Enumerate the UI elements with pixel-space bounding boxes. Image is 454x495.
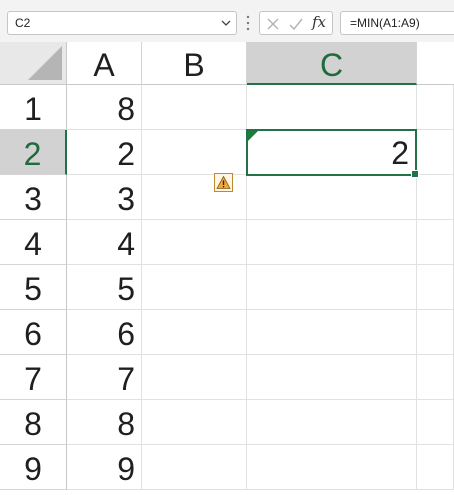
- cell-b2[interactable]: [142, 130, 247, 175]
- cell-d1[interactable]: [417, 85, 454, 130]
- cell-c4[interactable]: [247, 220, 417, 265]
- cell-a4[interactable]: 4: [67, 220, 142, 265]
- formula-input[interactable]: =MIN(A1:A9): [340, 11, 454, 35]
- select-all-button[interactable]: [0, 42, 67, 85]
- fill-handle[interactable]: [411, 170, 419, 178]
- cell-b1[interactable]: [142, 85, 247, 130]
- cell-d2[interactable]: [417, 130, 454, 175]
- spreadsheet-grid: A B C 182233445566778899 2: [0, 42, 454, 495]
- row-header-7[interactable]: 7: [0, 355, 67, 400]
- cell-c7[interactable]: [247, 355, 417, 400]
- more-options-icon[interactable]: [245, 14, 251, 32]
- excel-window: C2 fx =MIN(A1:A9) A B C 1 8 2 2 3 3 4 4 …: [0, 0, 454, 495]
- formula-text: =MIN(A1:A9): [350, 16, 420, 30]
- cell-c3[interactable]: [247, 175, 417, 220]
- row-header-8[interactable]: 8: [0, 400, 67, 445]
- cell-b9[interactable]: [142, 445, 247, 490]
- row-header-5[interactable]: 5: [0, 265, 67, 310]
- name-box[interactable]: C2: [7, 11, 237, 35]
- formula-buttons: fx: [259, 11, 333, 35]
- cell-a3[interactable]: 3: [67, 175, 142, 220]
- row-header-9[interactable]: 9: [0, 445, 67, 490]
- row-header-2[interactable]: 2: [0, 130, 67, 175]
- row-header-4[interactable]: 4: [0, 220, 67, 265]
- cell-d7[interactable]: [417, 355, 454, 400]
- cell-b8[interactable]: [142, 400, 247, 445]
- cell-d5[interactable]: [417, 265, 454, 310]
- selected-cell-value: 2: [391, 135, 409, 171]
- cell-a9[interactable]: 9: [67, 445, 142, 490]
- cell-a8[interactable]: 8: [67, 400, 142, 445]
- row-header-3[interactable]: 3: [0, 175, 67, 220]
- cell-a1[interactable]: 8: [67, 85, 142, 130]
- warning-icon: [216, 175, 231, 189]
- cell-b7[interactable]: [142, 355, 247, 400]
- insert-function-button[interactable]: fx: [312, 13, 330, 31]
- cell-b5[interactable]: [142, 265, 247, 310]
- select-all-icon: [28, 46, 62, 80]
- cell-d3[interactable]: [417, 175, 454, 220]
- cell-d6[interactable]: [417, 310, 454, 355]
- column-header-c[interactable]: C: [247, 42, 417, 85]
- checkmark-icon[interactable]: [287, 15, 305, 33]
- cell-c8[interactable]: [247, 400, 417, 445]
- formula-bar: C2 fx =MIN(A1:A9): [0, 0, 454, 42]
- name-box-value: C2: [15, 16, 31, 30]
- cell-a2[interactable]: 2: [67, 130, 142, 175]
- chevron-down-icon[interactable]: [220, 17, 232, 29]
- row-header-1[interactable]: 1: [0, 85, 67, 130]
- cell-c6[interactable]: [247, 310, 417, 355]
- cell-c9[interactable]: [247, 445, 417, 490]
- cell-c1[interactable]: [247, 85, 417, 130]
- cell-a6[interactable]: 6: [67, 310, 142, 355]
- cell-b6[interactable]: [142, 310, 247, 355]
- column-header-b[interactable]: B: [142, 42, 247, 85]
- cell-d8[interactable]: [417, 400, 454, 445]
- cell-d9[interactable]: [417, 445, 454, 490]
- column-header-d[interactable]: [417, 42, 454, 85]
- cell-a7[interactable]: 7: [67, 355, 142, 400]
- error-indicator-icon: [248, 131, 258, 141]
- cell-b4[interactable]: [142, 220, 247, 265]
- cell-a5[interactable]: 5: [67, 265, 142, 310]
- cancel-icon[interactable]: [264, 15, 282, 33]
- cell-c5[interactable]: [247, 265, 417, 310]
- cell-d4[interactable]: [417, 220, 454, 265]
- selected-cell-c2[interactable]: 2: [246, 129, 419, 178]
- error-warning-button[interactable]: [214, 173, 233, 192]
- column-header-a[interactable]: A: [67, 42, 142, 85]
- row-header-6[interactable]: 6: [0, 310, 67, 355]
